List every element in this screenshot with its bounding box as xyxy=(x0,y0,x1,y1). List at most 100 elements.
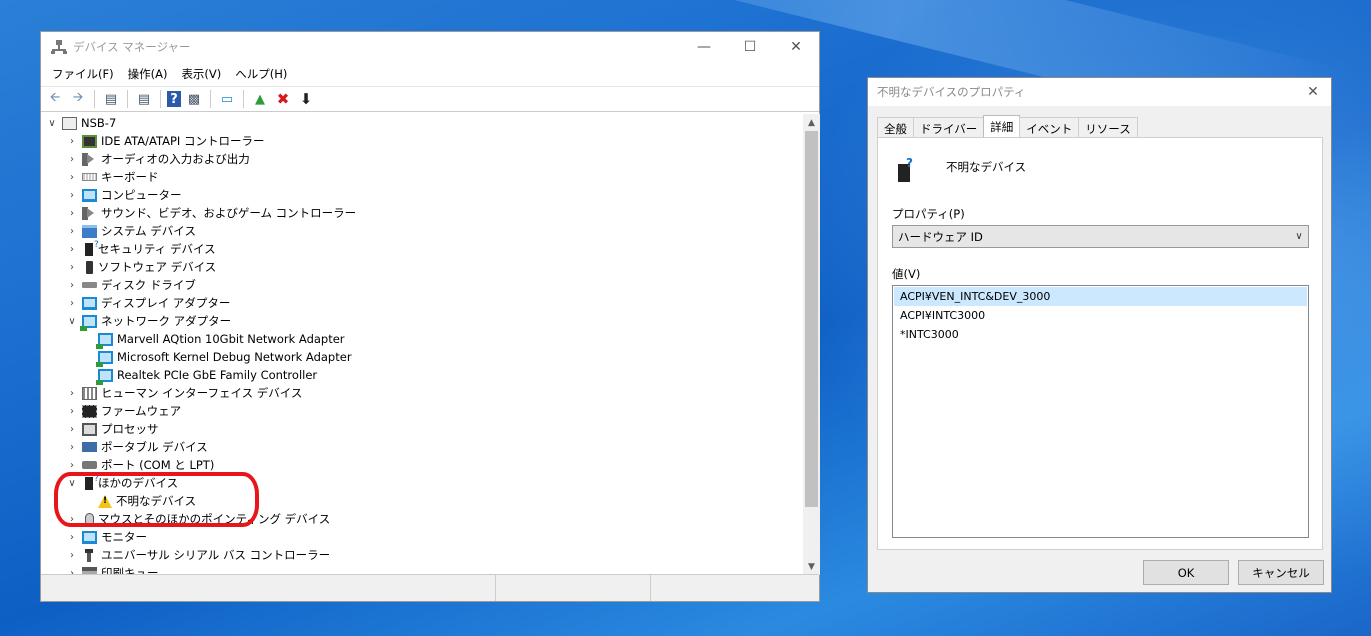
tree-category[interactable]: › IDE ATA/ATAPI コントローラー xyxy=(41,132,803,150)
tree-category[interactable]: › ヒューマン インターフェイス デバイス xyxy=(41,384,803,402)
tree-category[interactable]: › コンピューター xyxy=(41,186,803,204)
expand-icon[interactable]: › xyxy=(65,226,79,237)
expand-icon[interactable]: › xyxy=(65,154,79,165)
list-icon[interactable]: ▤ xyxy=(134,89,154,109)
tree-category[interactable]: › ディスプレイ アダプター xyxy=(41,294,803,312)
value-item[interactable]: ACPI¥VEN_INTC&DEV_3000 xyxy=(894,287,1307,306)
red-annotation-circle xyxy=(54,472,259,527)
tree-item-label: オーディオの入力および出力 xyxy=(101,152,250,166)
tree-category[interactable]: › セキュリティ デバイス xyxy=(41,240,803,258)
back-icon[interactable]: 🡨 xyxy=(45,89,65,109)
expand-icon[interactable]: › xyxy=(65,262,79,273)
toolbar-separator xyxy=(160,90,161,108)
tree-category[interactable]: › ファームウェア xyxy=(41,402,803,420)
status-bar xyxy=(41,574,819,601)
menu-help[interactable]: ヘルプ(H) xyxy=(228,66,294,82)
expand-icon[interactable]: › xyxy=(65,460,79,471)
value-item[interactable]: *INTC3000 xyxy=(894,325,1307,344)
tree-category[interactable]: › ディスク ドライブ xyxy=(41,276,803,294)
expand-icon[interactable]: › xyxy=(65,406,79,417)
toolbar-separator xyxy=(127,90,128,108)
collapse-icon[interactable]: ∨ xyxy=(65,316,79,327)
tree-category[interactable]: › システム デバイス xyxy=(41,222,803,240)
value-label: 値(V) xyxy=(892,267,921,281)
toolbar-separator xyxy=(210,90,211,108)
tree-device[interactable]: Marvell AQtion 10Gbit Network Adapter xyxy=(41,330,803,349)
expand-icon[interactable]: › xyxy=(65,442,79,453)
expand-icon[interactable]: › xyxy=(65,280,79,291)
collapse-icon[interactable]: ∨ xyxy=(45,118,59,129)
tree-item-label: ソフトウェア デバイス xyxy=(98,260,217,274)
tab-resources[interactable]: リソース xyxy=(1078,117,1138,139)
tree-category[interactable]: › ソフトウェア デバイス xyxy=(41,258,803,276)
cancel-button[interactable]: キャンセル xyxy=(1238,560,1324,585)
device-net-icon xyxy=(96,350,113,367)
expand-icon[interactable]: › xyxy=(65,136,79,147)
tree-category[interactable]: › オーディオの入力および出力 xyxy=(41,150,803,168)
menu-file[interactable]: ファイル(F) xyxy=(45,66,121,82)
device-net-icon xyxy=(80,314,97,331)
device-chip-icon xyxy=(82,134,97,148)
uninstall-icon[interactable]: ✖ xyxy=(273,89,293,109)
close-button[interactable]: ✕ xyxy=(773,32,819,62)
tree-category[interactable]: › サウンド、ビデオ、およびゲーム コントローラー xyxy=(41,204,803,222)
device-usb-icon xyxy=(82,548,97,562)
expand-icon[interactable]: › xyxy=(65,298,79,309)
tree-item-label: ディスク ドライブ xyxy=(101,278,196,292)
tree-category[interactable]: › ポータブル デバイス xyxy=(41,438,803,456)
tree-item-label: ポート (COM と LPT) xyxy=(101,458,215,472)
help-icon[interactable]: ? xyxy=(167,91,181,107)
tree-item-label: ユニバーサル シリアル バス コントローラー xyxy=(101,548,331,562)
tree-item-label: キーボード xyxy=(101,170,159,184)
tab-events[interactable]: イベント xyxy=(1019,117,1080,139)
window-title: デバイス マネージャー xyxy=(73,40,191,54)
tree-item-label: ファームウェア xyxy=(101,404,182,418)
menu-action[interactable]: 操作(A) xyxy=(121,66,175,82)
properties-icon[interactable]: ▤ xyxy=(101,89,121,109)
tree-category[interactable]: › モニター xyxy=(41,528,803,546)
menu-view[interactable]: 表示(V) xyxy=(174,66,228,82)
value-item[interactable]: ACPI¥INTC3000 xyxy=(894,306,1307,325)
tree-category[interactable]: › ユニバーサル シリアル バス コントローラー xyxy=(41,546,803,564)
value-listbox[interactable]: ACPI¥VEN_INTC&DEV_3000 ACPI¥INTC3000 *IN… xyxy=(892,285,1309,538)
expand-icon[interactable]: › xyxy=(65,190,79,201)
scroll-down-icon[interactable]: ▼ xyxy=(803,558,820,575)
tree-item-label: セキュリティ デバイス xyxy=(98,242,216,256)
expand-icon[interactable]: › xyxy=(65,532,79,543)
dialog-close-button[interactable]: ✕ xyxy=(1295,84,1331,100)
vertical-scrollbar[interactable]: ▲ ▼ xyxy=(803,114,820,575)
update-driver-icon[interactable]: ▲ xyxy=(250,89,270,109)
expand-icon[interactable]: › xyxy=(65,208,79,219)
property-label: プロパティ(P) xyxy=(892,207,965,221)
tree-root[interactable]: ∨ NSB-7 xyxy=(41,114,803,132)
tree-item-label: ネットワーク アダプター xyxy=(101,314,232,328)
monitor-icon[interactable]: ▭ xyxy=(217,89,237,109)
expand-icon[interactable]: › xyxy=(65,244,79,255)
tab-details[interactable]: 詳細 xyxy=(983,115,1021,139)
expand-icon[interactable]: › xyxy=(65,388,79,399)
tab-general[interactable]: 全般 xyxy=(877,117,914,139)
property-selected-value: ハードウェア ID xyxy=(898,229,983,244)
ok-button[interactable]: OK xyxy=(1143,560,1229,585)
expand-icon[interactable]: › xyxy=(65,424,79,435)
tree-category[interactable]: › プロセッサ xyxy=(41,420,803,438)
disable-icon[interactable]: ⬇ xyxy=(296,89,316,109)
forward-icon[interactable]: 🡪 xyxy=(68,89,88,109)
tab-driver[interactable]: ドライバー xyxy=(913,117,985,139)
tree-category[interactable]: ∨ ネットワーク アダプター xyxy=(41,312,803,331)
property-select[interactable]: ハードウェア ID ∨ xyxy=(892,225,1309,248)
tree-item-label: Microsoft Kernel Debug Network Adapter xyxy=(117,350,352,364)
tree-root-label: NSB-7 xyxy=(81,116,117,130)
minimize-button[interactable]: — xyxy=(681,32,727,62)
tree-category[interactable]: › キーボード xyxy=(41,168,803,186)
maximize-button[interactable]: ☐ xyxy=(727,32,773,62)
tree-device[interactable]: Realtek PCIe GbE Family Controller xyxy=(41,366,803,385)
tree-item-label: ディスプレイ アダプター xyxy=(101,296,231,310)
expand-icon[interactable]: › xyxy=(65,172,79,183)
scroll-up-icon[interactable]: ▲ xyxy=(803,114,820,131)
view-icon[interactable]: ▩ xyxy=(184,89,204,109)
device-port-icon xyxy=(82,442,97,452)
expand-icon[interactable]: › xyxy=(65,550,79,561)
tree-device[interactable]: Microsoft Kernel Debug Network Adapter xyxy=(41,348,803,367)
scroll-thumb[interactable] xyxy=(805,131,818,507)
